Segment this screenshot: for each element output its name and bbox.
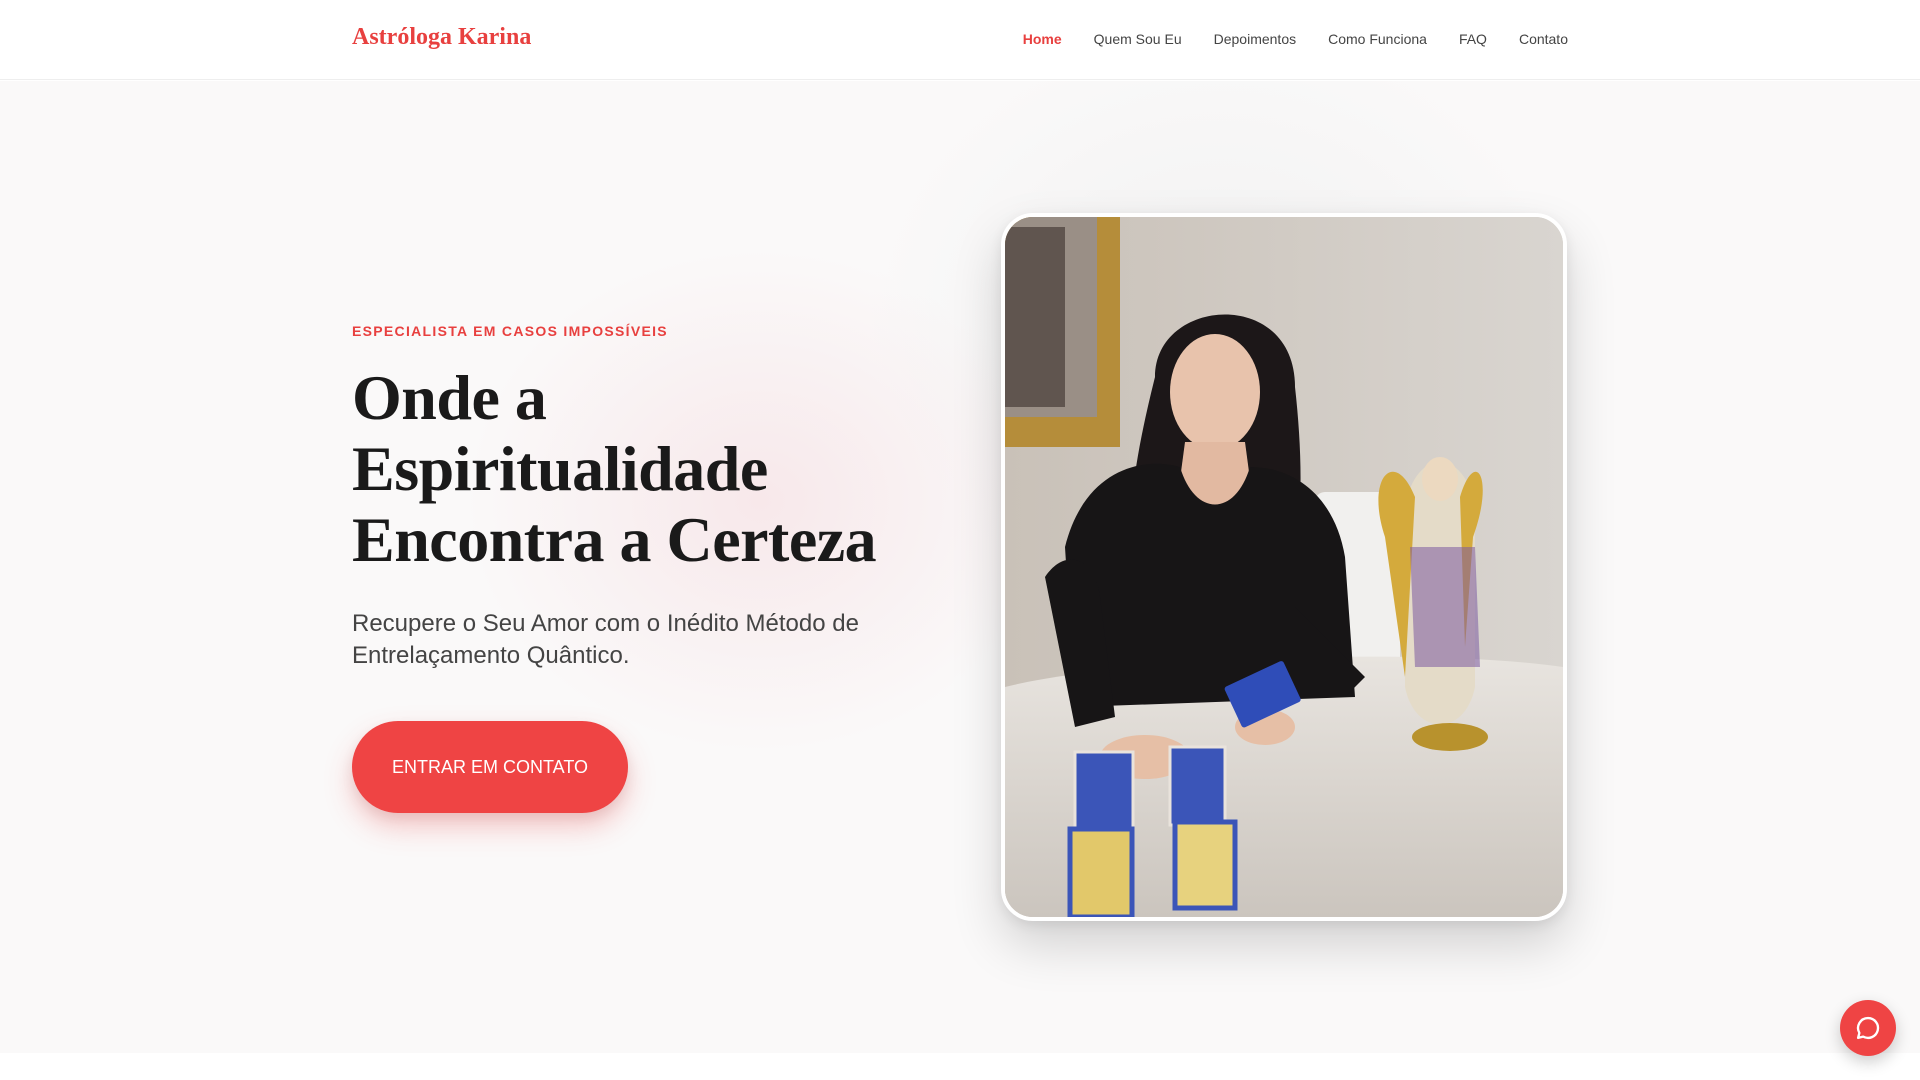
hero-eyebrow: ESPECIALISTA EM CASOS IMPOSSÍVEIS (352, 323, 668, 339)
chat-bubble-icon (1856, 1016, 1880, 1040)
site-header: Astróloga Karina Home Quem Sou Eu Depoim… (0, 0, 1920, 80)
nav-depoimentos[interactable]: Depoimentos (1214, 31, 1297, 47)
main-nav: Home Quem Sou Eu Depoimentos Como Funcio… (1023, 31, 1568, 47)
nav-faq[interactable]: FAQ (1459, 31, 1487, 47)
nav-contato[interactable]: Contato (1519, 31, 1568, 47)
nav-home[interactable]: Home (1023, 31, 1062, 47)
chat-widget-button[interactable] (1840, 1000, 1896, 1056)
nav-quem-sou-eu[interactable]: Quem Sou Eu (1094, 31, 1182, 47)
contact-cta-button[interactable]: ENTRAR EM CONTATO (352, 721, 628, 813)
hero-section: ESPECIALISTA EM CASOS IMPOSSÍVEIS Onde a… (0, 81, 1920, 1053)
photo-astrologer-tarot-icon (1005, 217, 1563, 917)
brand-logo[interactable]: Astróloga Karina (352, 24, 531, 51)
nav-como-funciona[interactable]: Como Funciona (1328, 31, 1427, 47)
hero-title: Onde a Espiritualidade Encontra a Certez… (352, 362, 877, 575)
hero-subtitle: Recupere o Seu Amor com o Inédito Método… (352, 610, 859, 669)
hero-photo (1001, 213, 1567, 921)
